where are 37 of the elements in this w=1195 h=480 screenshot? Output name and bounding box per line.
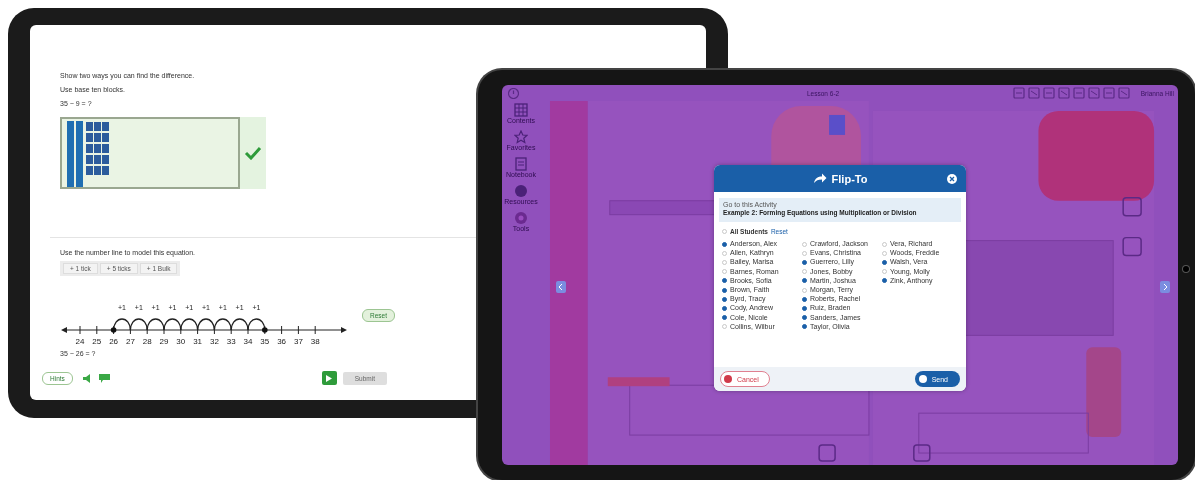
close-icon[interactable] xyxy=(947,174,957,184)
toolbar-tool-icon[interactable] xyxy=(1117,87,1130,99)
speaker-icon[interactable] xyxy=(82,373,93,383)
toolbar-tool-icon[interactable] xyxy=(1027,87,1040,99)
checkbox[interactable] xyxy=(802,306,807,311)
answer-area[interactable] xyxy=(60,117,240,189)
toolbar-tool-icon[interactable] xyxy=(1087,87,1100,99)
camera-dot xyxy=(1183,266,1189,272)
play-button[interactable] xyxy=(321,371,337,385)
checkbox[interactable] xyxy=(722,296,727,302)
checkbox[interactable] xyxy=(882,278,887,284)
checkbox[interactable] xyxy=(802,315,807,321)
toolbar-tool-icon[interactable] xyxy=(1012,87,1025,99)
checkbox[interactable] xyxy=(722,306,727,311)
checkbox[interactable] xyxy=(722,278,727,284)
checkbox[interactable] xyxy=(882,260,887,265)
checkbox[interactable] xyxy=(722,287,727,293)
next-page-icon[interactable] xyxy=(1160,281,1170,293)
checkbox[interactable] xyxy=(802,260,807,265)
toolbar-tool-icon[interactable] xyxy=(1072,87,1085,99)
share-arrow-icon xyxy=(812,173,827,184)
previous-page-icon[interactable] xyxy=(556,281,566,293)
toolbar-tool-icon[interactable] xyxy=(1102,87,1115,99)
chat-icon[interactable] xyxy=(98,373,110,383)
power-icon[interactable] xyxy=(508,87,519,99)
toolbar-tool-icon[interactable] xyxy=(1057,87,1070,99)
dialog-title: Flip-To xyxy=(831,172,868,185)
grid-icon xyxy=(514,103,528,117)
play-icon xyxy=(326,374,333,382)
checkbox[interactable] xyxy=(722,241,727,247)
checkbox[interactable] xyxy=(802,324,807,330)
checkbox[interactable] xyxy=(802,278,807,284)
star-icon xyxy=(514,130,528,144)
toolbar-tool-icon[interactable] xyxy=(1042,87,1055,99)
checkbox[interactable] xyxy=(802,296,807,302)
checkbox[interactable] xyxy=(722,315,727,321)
notebook-icon xyxy=(514,157,528,171)
